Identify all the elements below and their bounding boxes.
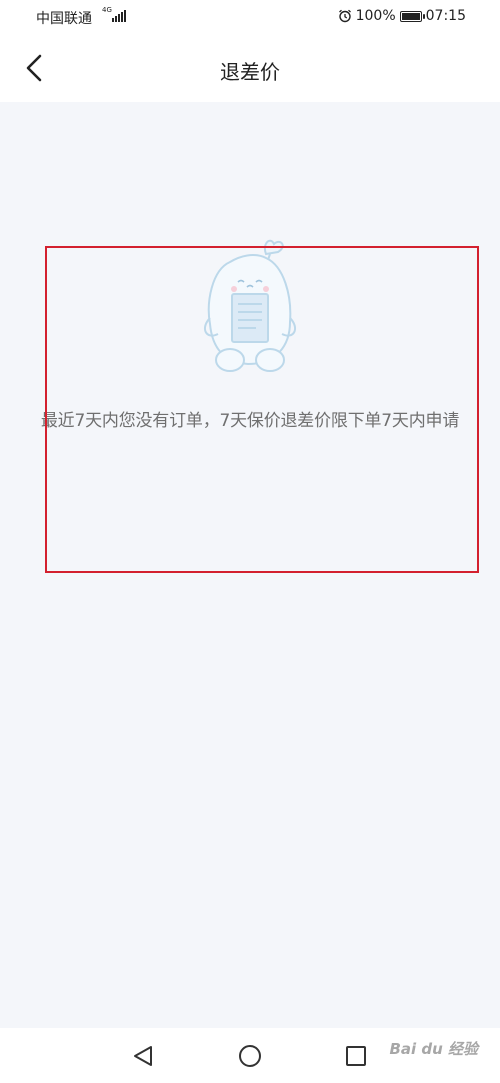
- system-recents-button[interactable]: [344, 1044, 368, 1068]
- network-type-label: 4G: [102, 6, 112, 14]
- page-title: 退差价: [220, 60, 280, 84]
- system-back-button[interactable]: [131, 1044, 155, 1068]
- alarm-icon: [338, 9, 351, 23]
- clock: 07:15: [425, 8, 466, 24]
- status-bar: 中国联通 4G 100% 07:15: [0, 0, 500, 34]
- battery-icon: [399, 10, 425, 22]
- system-home-button[interactable]: [238, 1044, 262, 1068]
- triangle-back-icon: [134, 1046, 152, 1066]
- navigation-bar: 退差价: [0, 34, 500, 102]
- signal-icon: [112, 10, 126, 22]
- watermark: Bai du 经验: [389, 1040, 478, 1058]
- square-recents-icon: [346, 1046, 366, 1066]
- carrier-label: 中国联通: [36, 11, 92, 27]
- circle-home-icon: [239, 1045, 261, 1067]
- battery-percent: 100%: [355, 8, 396, 24]
- annotation-highlight-box: [45, 246, 479, 573]
